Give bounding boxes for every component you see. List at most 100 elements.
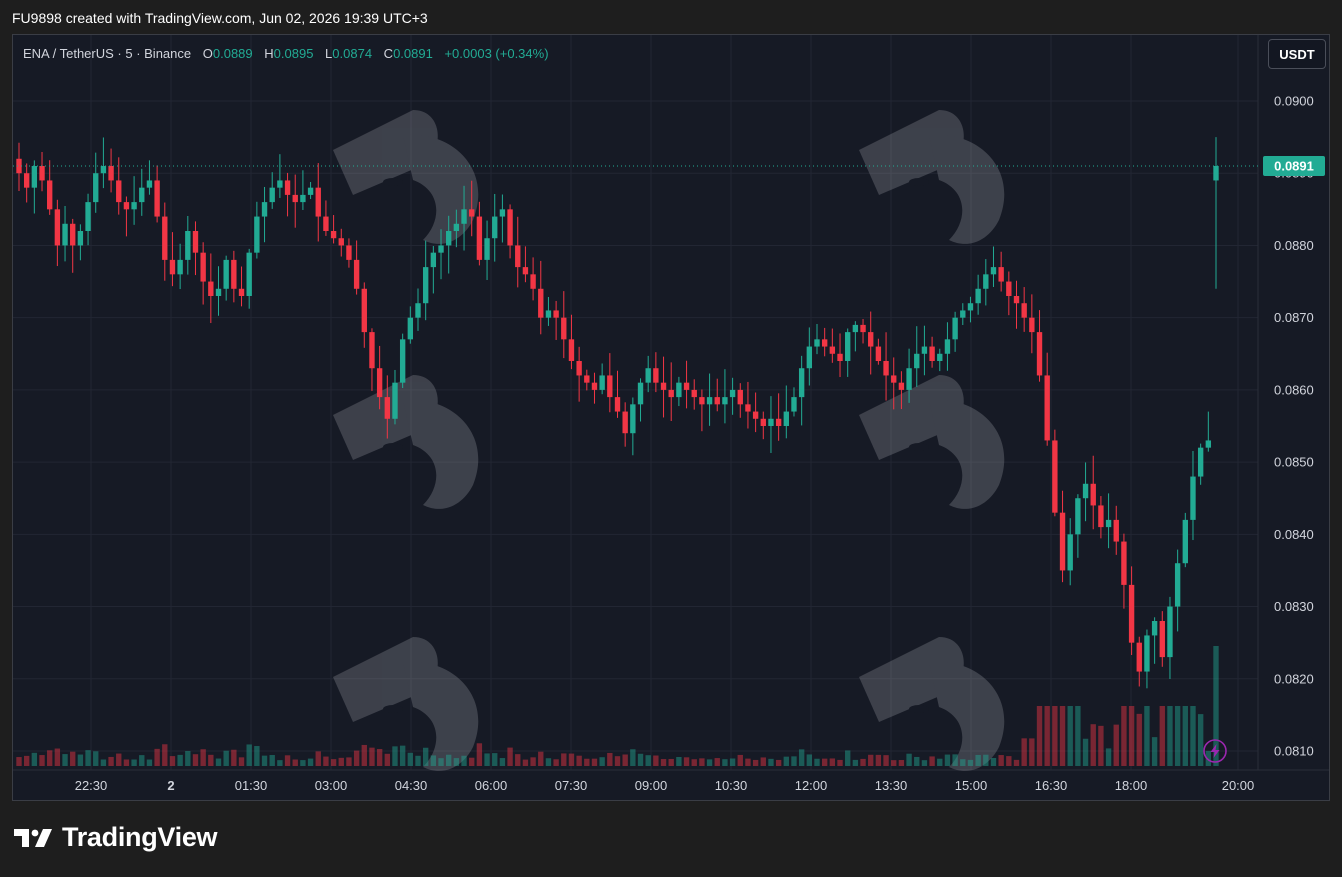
volume-bar <box>1174 706 1181 766</box>
candle-body <box>1006 281 1012 296</box>
y-tick-label: 0.0840 <box>1274 527 1314 542</box>
candle-body <box>399 339 406 383</box>
volume-bar <box>438 758 444 766</box>
candle-body <box>77 231 84 246</box>
candle-body <box>891 375 897 383</box>
candle-body <box>330 231 337 239</box>
chart-attribution: FU9898 created with TradingView.com, Jun… <box>12 10 428 26</box>
volume-bar <box>1167 706 1173 766</box>
candle-body <box>1144 635 1150 672</box>
candle-body <box>768 418 774 426</box>
candle-body <box>123 202 130 210</box>
time-axis[interactable]: 22:30 2 01:30 03:00 04:30 06:00 07:30 09:00 10:3… <box>75 778 1255 793</box>
volume-bar <box>538 751 544 766</box>
x-tick-label: 12:00 <box>795 778 828 793</box>
candle-body <box>169 259 176 275</box>
candle-body <box>47 180 53 210</box>
volume-bar <box>729 758 736 766</box>
candle-body <box>714 397 720 405</box>
candle-body <box>837 353 843 361</box>
volume-bar <box>16 757 22 766</box>
candle-body <box>983 274 989 289</box>
volume-bar <box>277 760 283 766</box>
volume-bar <box>422 747 429 766</box>
candle-body <box>484 238 490 260</box>
candle-body <box>1059 512 1066 571</box>
volume-bar <box>737 754 743 766</box>
candle-body <box>238 288 245 296</box>
volume-bar <box>852 759 859 766</box>
candle-body <box>100 166 107 174</box>
volume-bar <box>484 753 490 766</box>
x-tick-label: 20:00 <box>1222 778 1255 793</box>
candle-body <box>921 346 928 354</box>
candle-body <box>430 252 437 268</box>
volume-bar <box>70 751 76 766</box>
volume-bar <box>515 754 521 766</box>
volume-bar <box>476 743 483 766</box>
volume-bar <box>77 754 84 766</box>
volume-bar <box>330 759 337 766</box>
price-axis[interactable]: 0.09000.08900.08800.08700.08600.08500.08… <box>1274 94 1314 759</box>
volume-bar <box>584 758 590 766</box>
candle-body <box>185 231 191 260</box>
volume-bar <box>1098 725 1104 766</box>
volume-bar <box>108 756 114 766</box>
candle-body <box>307 187 314 195</box>
volume-bar <box>346 757 352 766</box>
candle-body <box>653 368 659 383</box>
volume-bar <box>845 750 851 766</box>
candle-body <box>914 353 920 369</box>
y-tick-label: 0.0820 <box>1274 671 1314 686</box>
footer-brand[interactable]: TradingView <box>14 822 218 853</box>
volume-bar <box>361 744 367 766</box>
candle-body <box>146 180 153 188</box>
volume-bar <box>238 757 245 766</box>
watermark-layer <box>333 110 1005 771</box>
volume-bar <box>983 754 989 766</box>
candle-body <box>499 209 506 217</box>
volume-bar <box>837 759 843 766</box>
volume-bar <box>415 755 421 766</box>
volume-bar <box>307 758 314 766</box>
volume-bar <box>1052 706 1058 766</box>
volume-bar <box>1059 706 1066 766</box>
candle-body <box>254 216 260 253</box>
candle-body <box>507 209 513 246</box>
candle-body <box>261 202 268 217</box>
volume-bar <box>1197 714 1204 766</box>
candle-body <box>353 259 360 289</box>
candle-body <box>300 194 306 203</box>
candle-body <box>791 397 797 412</box>
volume-bar <box>868 754 874 766</box>
volume-bar <box>62 754 68 766</box>
symbol-name[interactable]: ENA / TetherUS · 5 · Binance <box>23 46 191 61</box>
candlestick-chart[interactable]: 0.09000.08900.08800.08700.08600.08500.08… <box>13 35 1329 800</box>
volume-bar <box>752 759 759 766</box>
volume-bar <box>561 753 567 766</box>
candle-body <box>1182 519 1188 564</box>
candle-body <box>967 303 974 311</box>
volume-bar <box>453 758 460 766</box>
high-value: 0.0895 <box>273 46 314 61</box>
volume-bar <box>39 755 45 766</box>
candle-body <box>415 303 421 318</box>
x-tick-label: 2 <box>167 778 174 793</box>
volume-bar <box>162 744 168 766</box>
candle-body <box>729 389 736 398</box>
volume-bar <box>284 755 291 766</box>
currency-button[interactable]: USDT <box>1268 39 1326 69</box>
chart-panel[interactable]: 0.09000.08900.08800.08700.08600.08500.08… <box>12 34 1330 801</box>
volume-bar <box>492 753 498 766</box>
candle-body <box>660 382 667 390</box>
candle-body <box>492 216 498 239</box>
volume-bar <box>215 758 222 766</box>
candle-body <box>752 411 759 419</box>
volume-bar <box>645 755 651 766</box>
candle-body <box>200 252 206 282</box>
volume-bar <box>599 757 605 766</box>
candle-body <box>1052 440 1058 513</box>
close-value: 0.0891 <box>393 46 433 61</box>
price-change: +0.0003 (+0.34%) <box>444 46 549 61</box>
candle-body <box>62 223 68 246</box>
